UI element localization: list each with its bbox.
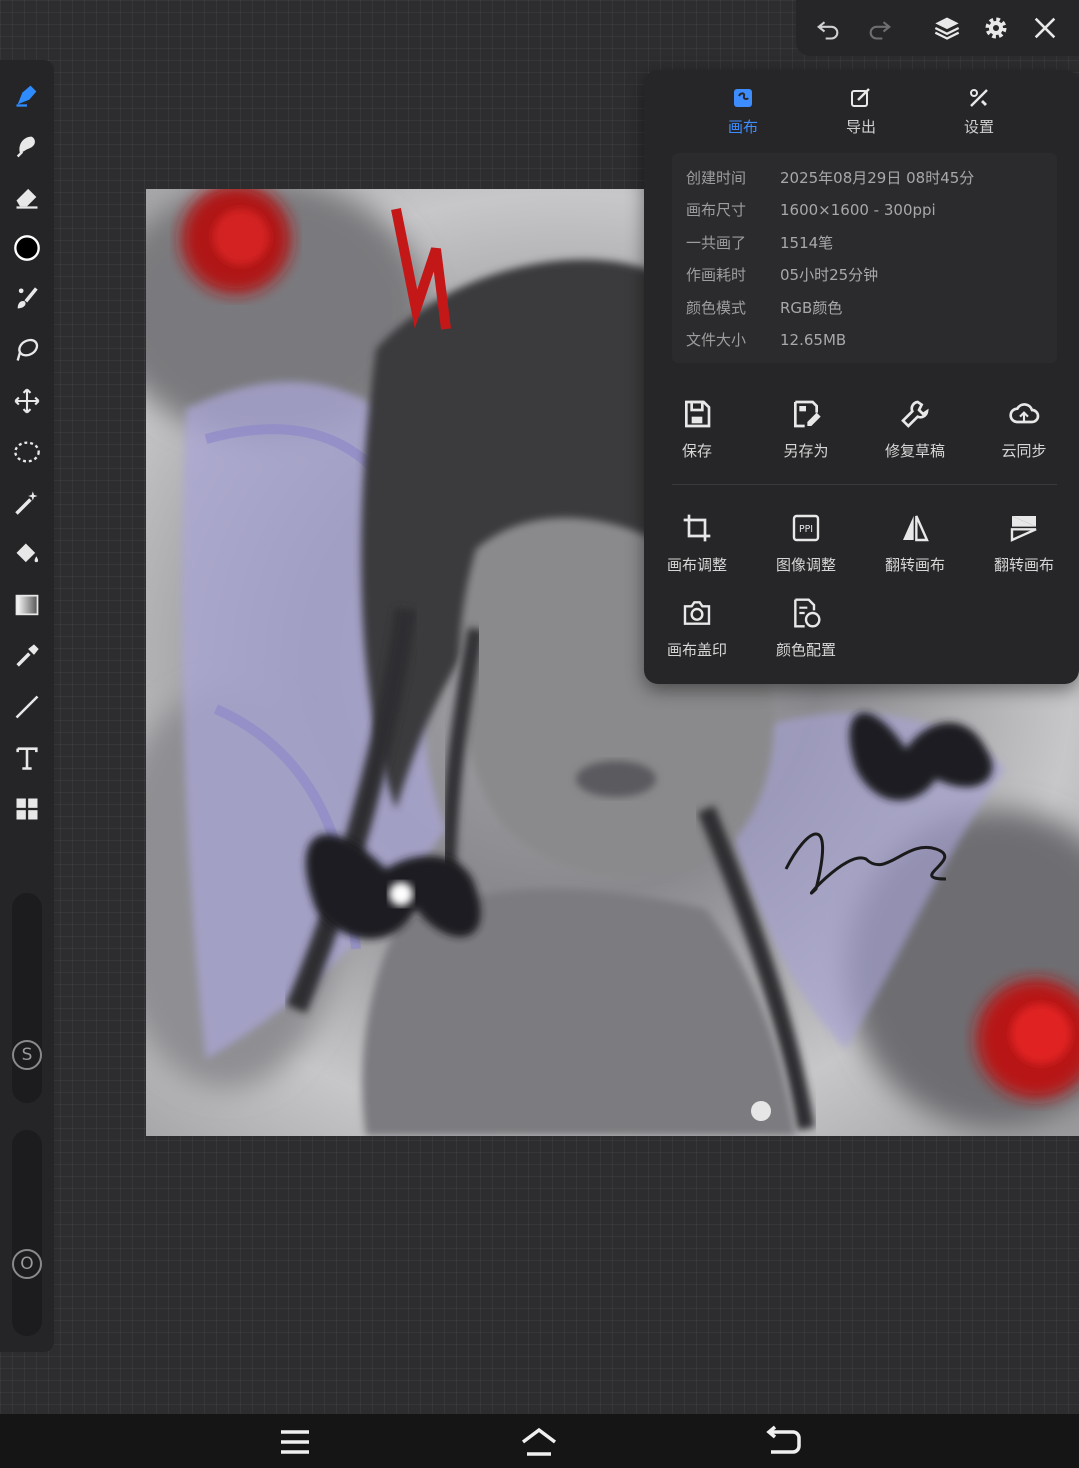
opacity-label: O <box>12 1249 42 1279</box>
canvas-stamp-label: 画布盖印 <box>666 641 727 659</box>
flip-horizontal-label: 翻转画布 <box>884 556 945 574</box>
flip-horizontal-button[interactable]: 翻转画布 <box>865 510 965 575</box>
save-as-label: 另存为 <box>783 442 829 460</box>
save-label: 保存 <box>681 442 712 460</box>
redo-icon[interactable] <box>860 8 900 48</box>
back-icon[interactable] <box>760 1422 806 1462</box>
color-picker-circle[interactable] <box>8 229 46 267</box>
smudge-icon[interactable] <box>8 127 46 165</box>
grid-icon[interactable] <box>8 790 46 828</box>
lasso-icon[interactable] <box>8 331 46 369</box>
info-row: 作画耗时 05小时25分钟 <box>686 259 1056 291</box>
flip-vertical-button[interactable]: 翻转画布 <box>974 510 1074 575</box>
camera-icon <box>647 595 747 631</box>
ppi-icon-text: PPI <box>799 524 813 535</box>
info-row: 创建时间 2025年08月29日 08时45分 <box>686 162 1056 194</box>
image-adjust-button[interactable]: PPI 图像调整 <box>756 510 856 575</box>
info-row: 文件大小 12.65MB <box>686 324 1056 356</box>
save-as-icon <box>756 396 856 432</box>
info-value: 1514笔 <box>780 234 834 252</box>
tab-canvas-label: 画布 <box>727 118 758 136</box>
text-icon[interactable] <box>8 739 46 777</box>
magic-wand-icon[interactable] <box>8 484 46 522</box>
tab-settings[interactable]: 设置 <box>939 84 1019 137</box>
info-key: 画布尺寸 <box>686 201 747 219</box>
color-config-button[interactable]: 颜色配置 <box>756 595 856 660</box>
info-key: 颜色模式 <box>686 299 747 317</box>
opacity-slider[interactable] <box>12 1130 42 1336</box>
info-row: 一共画了 1514笔 <box>686 227 1056 259</box>
info-key: 作画耗时 <box>686 266 747 284</box>
undo-icon[interactable] <box>808 8 848 48</box>
cloud-sync-label: 云同步 <box>1001 442 1047 460</box>
repair-draft-label: 修复草稿 <box>884 442 945 460</box>
tools-icon <box>939 84 1019 112</box>
info-value: 1600×1600 - 300ppi <box>780 201 936 219</box>
pen-icon[interactable] <box>8 76 46 114</box>
canvas-adjust-label: 画布调整 <box>666 556 727 574</box>
canvas-adjust-button[interactable]: 画布调整 <box>647 510 747 575</box>
save-as-button[interactable]: 另存为 <box>756 396 856 461</box>
crop-icon <box>647 510 747 546</box>
transform-icon[interactable] <box>8 382 46 420</box>
tab-export-label: 导出 <box>845 118 876 136</box>
gradient-icon[interactable] <box>8 586 46 624</box>
line-icon[interactable] <box>8 688 46 726</box>
brush-icon[interactable] <box>8 280 46 318</box>
save-icon <box>647 396 747 432</box>
layers-icon[interactable] <box>927 8 967 48</box>
tab-canvas[interactable]: 画布 <box>703 84 783 137</box>
eraser-icon[interactable] <box>8 178 46 216</box>
system-nav-bar <box>0 1414 1079 1468</box>
flip-horizontal-icon <box>865 510 965 546</box>
tab-export[interactable]: 导出 <box>821 84 901 137</box>
info-value: 05小时25分钟 <box>780 266 879 284</box>
eyedropper-icon[interactable] <box>8 637 46 675</box>
ppi-icon: PPI <box>756 510 856 546</box>
export-icon <box>821 84 901 112</box>
flip-vertical-icon <box>974 510 1074 546</box>
info-key: 创建时间 <box>686 169 747 187</box>
canvas-icon <box>703 84 783 112</box>
image-adjust-label: 图像调整 <box>775 556 836 574</box>
cloud-sync-icon <box>974 396 1074 432</box>
info-row: 画布尺寸 1600×1600 - 300ppi <box>686 194 1056 226</box>
tool-sidebar: S O <box>0 60 54 1352</box>
fill-bucket-icon[interactable] <box>8 535 46 573</box>
canvas-info: 创建时间 2025年08月29日 08时45分 画布尺寸 1600×1600 -… <box>672 153 1057 363</box>
info-row: 颜色模式 RGB颜色 <box>686 292 1056 324</box>
repair-draft-button[interactable]: 修复草稿 <box>865 396 965 461</box>
divider <box>672 484 1057 485</box>
info-value: RGB颜色 <box>780 299 843 317</box>
brush-size-label: S <box>12 1040 42 1070</box>
menu-icon[interactable] <box>272 1422 318 1462</box>
canvas-stamp-button[interactable]: 画布盖印 <box>647 595 747 660</box>
save-button[interactable]: 保存 <box>647 396 747 461</box>
info-value: 12.65MB <box>780 331 847 349</box>
top-toolbar <box>796 0 1079 56</box>
wrench-icon <box>865 396 965 432</box>
color-config-icon <box>756 595 856 631</box>
color-config-label: 颜色配置 <box>775 641 836 659</box>
close-icon[interactable] <box>1025 8 1065 48</box>
brush-size-slider[interactable] <box>12 893 42 1103</box>
selection-icon[interactable] <box>8 433 46 471</box>
info-value: 2025年08月29日 08时45分 <box>780 169 975 187</box>
flip-vertical-label: 翻转画布 <box>993 556 1054 574</box>
canvas-panel: 画布 导出 设置 创建时间 2025年08月29日 08时45分 画布尺寸 16… <box>644 70 1079 684</box>
cloud-sync-button[interactable]: 云同步 <box>974 396 1074 461</box>
tab-settings-label: 设置 <box>963 118 994 136</box>
info-key: 文件大小 <box>686 331 747 349</box>
gear-icon[interactable] <box>976 8 1016 48</box>
info-key: 一共画了 <box>686 234 747 252</box>
home-icon[interactable] <box>516 1422 562 1462</box>
